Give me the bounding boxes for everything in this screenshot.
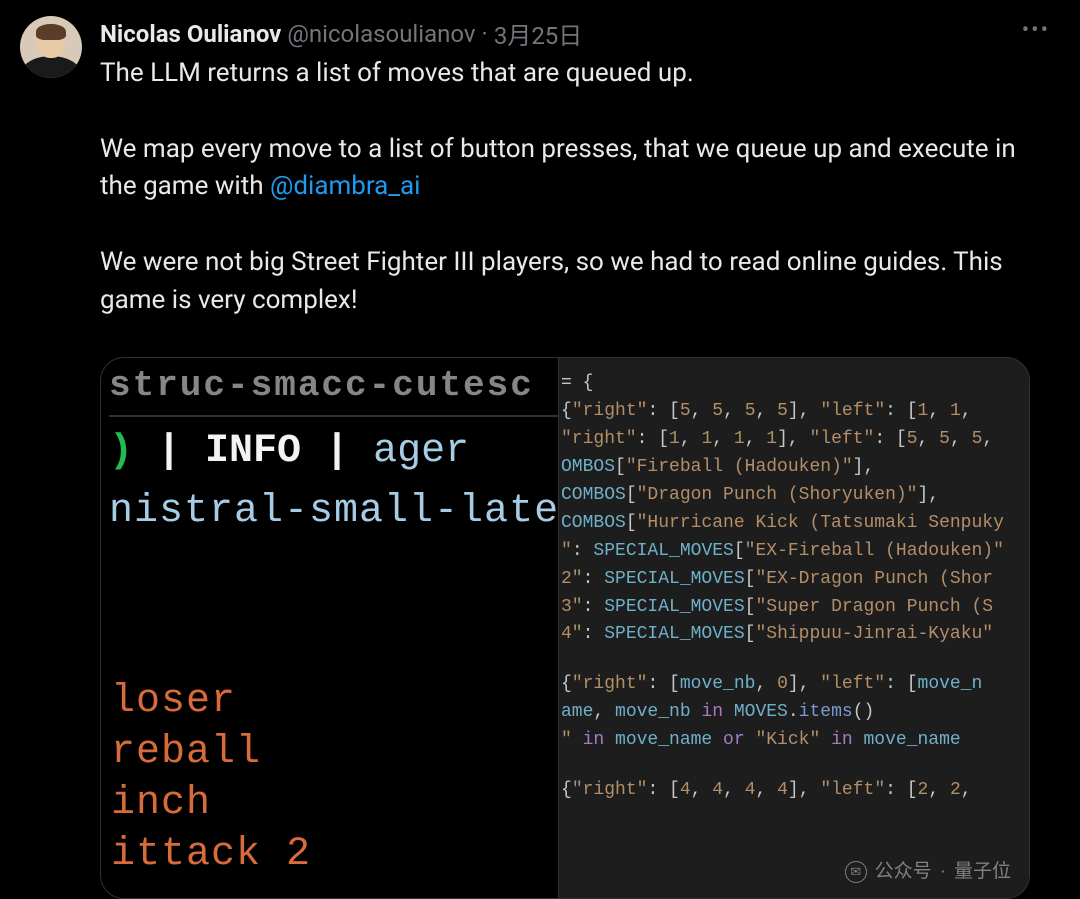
terminal-output-line: ittack 2: [111, 829, 311, 880]
watermark-label: 公众号: [875, 857, 932, 886]
code-line: COMBOS["Dragon Punch (Shoryuken)"],: [559, 482, 1029, 510]
code-line: ame, move_nb in MOVES.items(): [559, 699, 1029, 727]
tweet-content: Nicolas Oulianov @nicolasoulianov · 3月25…: [100, 16, 1060, 899]
tweet-paragraph: We were not big Street Fighter III playe…: [100, 244, 1030, 319]
tweet-header: Nicolas Oulianov @nicolasoulianov · 3月25…: [100, 16, 1060, 51]
tweet-text-span: We map every move to a list of button pr…: [100, 134, 1016, 202]
terminal-fragment: ): [109, 429, 133, 474]
author-display-name[interactable]: Nicolas Oulianov: [100, 20, 281, 48]
code-line: = {: [559, 370, 1029, 398]
terminal-line: nistral-small-lates: [109, 481, 558, 541]
terminal-fragment: INFO: [205, 429, 301, 474]
code-line: {"right": [move_nb, 0], "left": [move_n: [559, 671, 1029, 699]
terminal-output-line: reball: [111, 727, 311, 778]
code-line: {"right": [4, 4, 4, 4], "left": [2, 2,: [559, 777, 1029, 805]
code-panel: = { {"right": [5, 5, 5, 5], "left": [1, …: [559, 358, 1029, 898]
code-line: 4": SPECIAL_MOVES["Shippuu-Jinrai-Kyaku": [559, 621, 1029, 649]
watermark-sep: ·: [940, 857, 946, 886]
tweet-date[interactable]: 3月25日: [494, 16, 582, 51]
terminal-panel: struc-smacc-cutesc ) | INFO | ager nistr…: [101, 358, 559, 898]
terminal-line: struc-smacc-cutesc: [109, 358, 558, 416]
watermark: ✉ 公众号 · 量子位: [845, 857, 1011, 886]
separator-dot: ·: [482, 20, 488, 48]
terminal-fragment: |: [133, 429, 205, 474]
terminal-fragment: |: [301, 429, 373, 474]
code-line: "right": [1, 1, 1, 1], "left": [5, 5, 5,: [559, 426, 1029, 454]
mention-link[interactable]: @diambra_ai: [270, 171, 421, 201]
tweet-paragraph: The LLM returns a list of moves that are…: [100, 55, 1030, 93]
terminal-output-line: inch: [111, 778, 311, 829]
code-line: COMBOS["Hurricane Kick (Tatsumaki Senpuk…: [559, 510, 1029, 538]
tweet-container: ••• Nicolas Oulianov @nicolasoulianov · …: [0, 0, 1080, 899]
code-line: {"right": [5, 5, 5, 5], "left": [1, 1,: [559, 398, 1029, 426]
wechat-icon: ✉: [845, 861, 867, 883]
terminal-line: ) | INFO | ager: [109, 417, 558, 481]
more-options-icon[interactable]: •••: [1022, 18, 1050, 43]
media-attachment[interactable]: struc-smacc-cutesc ) | INFO | ager nistr…: [100, 357, 1030, 899]
code-line: OMBOS["Fireball (Hadouken)"],: [559, 454, 1029, 482]
code-line: ": SPECIAL_MOVES["EX-Fireball (Hadouken)…: [559, 538, 1029, 566]
code-line: " in move_name or "Kick" in move_name: [559, 727, 1029, 755]
terminal-fragment: ager: [373, 429, 469, 474]
author-handle[interactable]: @nicolasoulianov: [287, 20, 475, 48]
avatar[interactable]: [20, 16, 82, 78]
terminal-output-line: loser: [111, 676, 311, 727]
tweet-paragraph: We map every move to a list of button pr…: [100, 131, 1030, 206]
code-line: 2": SPECIAL_MOVES["EX-Dragon Punch (Shor: [559, 566, 1029, 594]
watermark-name: 量子位: [954, 857, 1011, 886]
code-line: 3": SPECIAL_MOVES["Super Dragon Punch (S: [559, 594, 1029, 622]
terminal-output: loser reball inch ittack 2: [111, 676, 311, 881]
tweet-body: The LLM returns a list of moves that are…: [100, 55, 1060, 899]
